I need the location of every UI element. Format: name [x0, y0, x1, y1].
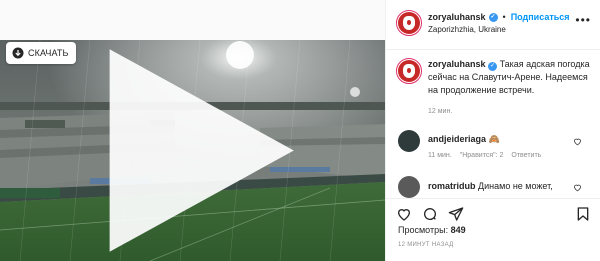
author-username[interactable]: zoryaluhansk — [428, 12, 486, 22]
commenter-avatar-andjeideriaga[interactable] — [398, 130, 420, 152]
comment-like-heart-icon[interactable] — [573, 183, 582, 192]
comment-bubble-icon[interactable] — [422, 206, 438, 222]
verified-badge-icon: ✓ — [488, 12, 498, 22]
like-heart-icon[interactable] — [396, 206, 412, 222]
views-count: Просмотры: 849 — [398, 225, 466, 235]
comment-username[interactable]: romatridub — [428, 181, 476, 191]
comment-text: Динамо не может, — [478, 181, 553, 191]
background-strip — [0, 0, 385, 40]
comment-username[interactable]: andjeideriaga — [428, 134, 486, 144]
play-icon[interactable] — [0, 40, 385, 261]
post-header: zoryaluhansk ✓ • Подписаться Zaporizhzhi… — [386, 0, 600, 50]
action-bar — [386, 198, 600, 228]
comment-2: romatridub Динамо не может, — [428, 180, 553, 192]
caption-username[interactable]: zoryaluhansk — [428, 59, 486, 69]
download-icon — [12, 47, 24, 59]
save-bookmark-icon[interactable] — [575, 206, 591, 222]
header-user-line: zoryaluhansk ✓ • Подписаться — [428, 12, 570, 22]
download-button[interactable]: СКАЧАТЬ — [6, 42, 77, 64]
comment-text: 🙈 — [488, 134, 500, 144]
follow-button[interactable]: Подписаться — [511, 12, 570, 22]
caption-time: 12 мин. — [428, 108, 453, 115]
post-location[interactable]: Zaporizhzhia, Ukraine — [428, 25, 506, 34]
video-player[interactable] — [0, 40, 385, 261]
more-options-icon[interactable]: ••• — [575, 13, 591, 27]
comment-like-heart-icon[interactable] — [573, 137, 582, 146]
post-caption: zoryaluhansk ✓ Такая адская погодка сейч… — [428, 58, 593, 96]
commenter-avatar-romatridub[interactable] — [398, 176, 420, 198]
instagram-post-view: СКАЧАТЬ zoryaluhansk ✓ • Подписаться Zap… — [0, 0, 600, 261]
caption-avatar[interactable] — [396, 58, 422, 84]
post-timestamp: 12 МИНУТ НАЗАД — [398, 242, 454, 248]
post-side-panel: zoryaluhansk ✓ • Подписаться Zaporizhzhi… — [385, 0, 600, 261]
views-value: 849 — [450, 225, 466, 235]
share-paper-plane-icon[interactable] — [448, 206, 464, 222]
author-avatar[interactable] — [396, 10, 422, 36]
reply-button[interactable]: Ответить — [511, 152, 541, 159]
comment-time: 11 мин. — [428, 152, 452, 159]
caption-verified-icon: ✓ — [488, 62, 498, 71]
comment-likes[interactable]: "Нравится": 2 — [460, 152, 504, 159]
separator-dot: • — [502, 12, 506, 22]
comment-1: andjeideriaga 🙈 — [428, 133, 500, 145]
views-label: Просмотры: — [398, 225, 449, 235]
comment-1-meta: 11 мин. "Нравится": 2 Ответить — [428, 152, 541, 159]
download-label: СКАЧАТЬ — [28, 48, 69, 58]
